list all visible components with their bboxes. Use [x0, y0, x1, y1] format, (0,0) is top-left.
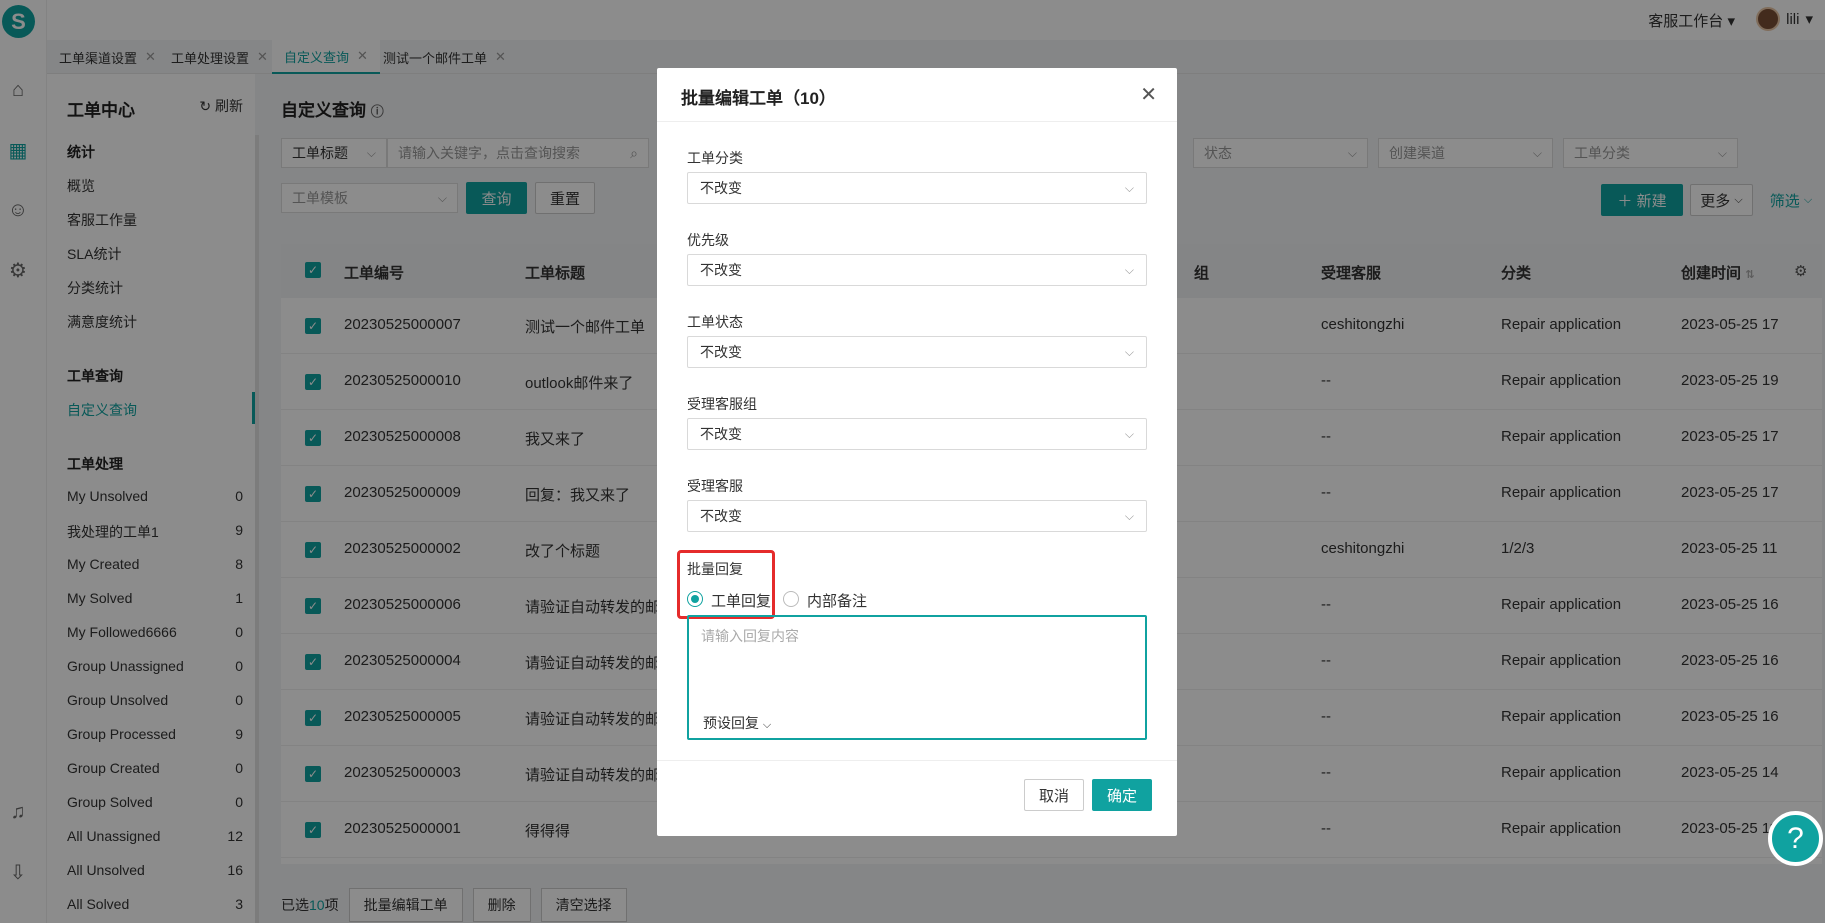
category-dropdown[interactable]: 不改变 ⌵ — [687, 172, 1147, 204]
chevron-down-icon: ⌵ — [1124, 508, 1134, 523]
reply-placeholder: 请输入回复内容 — [701, 628, 799, 644]
dialog-footer: 取消 确定 — [657, 760, 1177, 836]
reply-textarea[interactable]: 请输入回复内容 预设回复 ⌵ — [687, 615, 1147, 740]
agent-group-label: 受理客服组 — [687, 396, 757, 412]
confirm-button[interactable]: 确定 — [1092, 779, 1152, 811]
priority-label: 优先级 — [687, 232, 729, 248]
internal-note-radio[interactable] — [783, 591, 799, 607]
bulk-edit-dialog: 批量编辑工单（10） ✕ 工单分类 不改变 ⌵ 优先级 不改变 ⌵ 工单状态 不改变… — [657, 68, 1177, 836]
agent-label: 受理客服 — [687, 478, 743, 494]
agent-group-dropdown[interactable]: 不改变 ⌵ — [687, 418, 1147, 450]
preset-reply-button[interactable]: 预设回复 ⌵ — [703, 713, 771, 733]
cancel-button[interactable]: 取消 — [1024, 779, 1084, 811]
chevron-down-icon: ⌵ — [1124, 262, 1134, 277]
close-icon[interactable]: ✕ — [1140, 82, 1157, 107]
chevron-down-icon: ⌵ — [762, 719, 772, 731]
internal-note-radio-label[interactable]: 内部备注 — [807, 590, 867, 611]
status-label: 工单状态 — [687, 314, 743, 330]
highlight-box — [677, 550, 775, 619]
dialog-header: 批量编辑工单（10） ✕ — [657, 68, 1177, 122]
app: S ⌂ ▦ ☺ ⚙ ♫ ⇩ 客服工作台 ▾ lili ▾ 工单渠道设置 ✕ 工单处… — [0, 0, 1825, 923]
chevron-down-icon: ⌵ — [1124, 180, 1134, 195]
category-label: 工单分类 — [687, 150, 743, 166]
agent-dropdown[interactable]: 不改变 ⌵ — [687, 500, 1147, 532]
chevron-down-icon: ⌵ — [1124, 344, 1134, 359]
dialog-title: 批量编辑工单（10） — [681, 89, 836, 108]
help-icon[interactable]: ? — [1768, 811, 1823, 866]
priority-dropdown[interactable]: 不改变 ⌵ — [687, 254, 1147, 286]
chevron-down-icon: ⌵ — [1124, 426, 1134, 441]
status-dropdown[interactable]: 不改变 ⌵ — [687, 336, 1147, 368]
